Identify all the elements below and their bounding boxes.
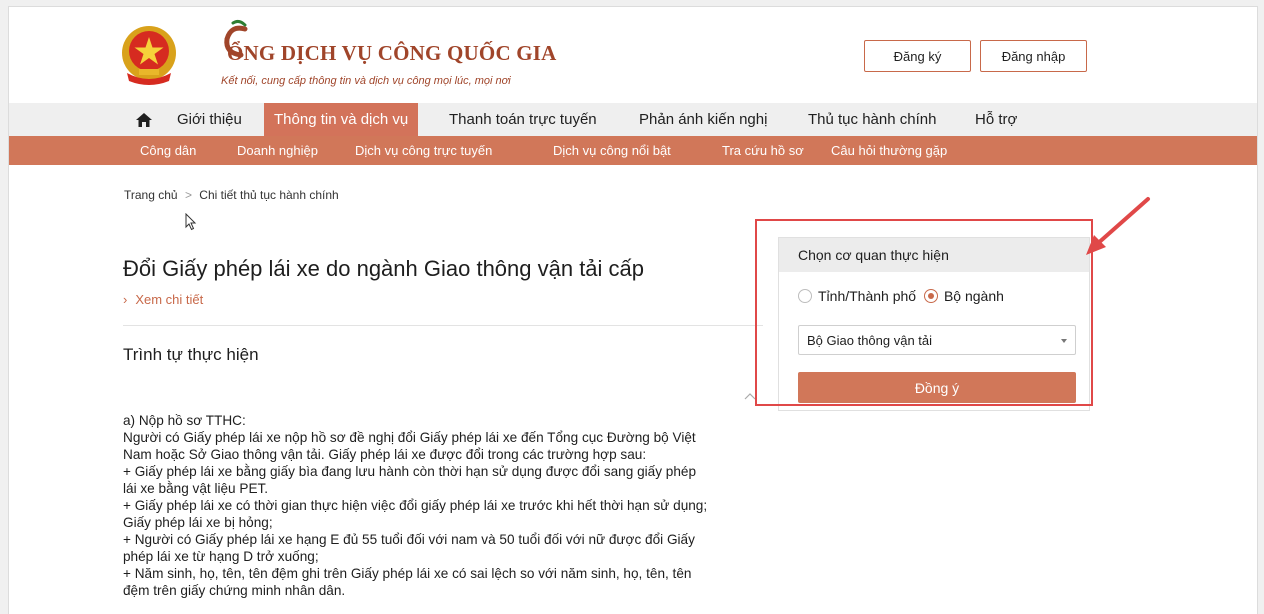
agency-type-radio-group: Tỉnh/Thành phố Bộ ngành [798,288,1004,304]
agree-button[interactable]: Đồng ý [798,372,1076,403]
content-line: Nam hoặc Sở Giao thông vận tải. Giấy phé… [123,447,647,462]
sub-nav: Công dân Doanh nghiệp Dịch vụ công trực … [9,136,1257,165]
subnav-dich-vu-cong-truc-tuyen[interactable]: Dịch vụ công trực tuyến [355,136,492,165]
brand-title[interactable]: ỔNG DỊCH VỤ CÔNG QUỐC GIA [227,41,557,66]
content-line: + Năm sinh, họ, tên, tên đệm ghi trên Gi… [123,566,692,581]
divider [123,325,763,326]
ministry-select-value: Bộ Giao thông vận tải [807,333,933,348]
brand-subtitle: Kết nối, cung cấp thông tin và dịch vụ c… [221,75,511,87]
nav-ho-tro[interactable]: Hỗ trợ [975,103,1017,136]
procedure-content: a) Nộp hồ sơ TTHC: Người có Giấy phép lá… [123,412,773,599]
breadcrumb-home[interactable]: Trang chủ [124,188,178,202]
chevron-up-icon[interactable] [743,391,757,401]
content-line: Người có Giấy phép lái xe nộp hồ sơ đề n… [123,430,696,445]
nav-thanh-toan-truc-tuyen[interactable]: Thanh toán trực tuyến [449,103,597,136]
breadcrumb-separator: > [184,188,192,202]
radio-ministry-label[interactable]: Bộ ngành [944,288,1004,304]
chevron-right-icon: › [123,292,128,307]
nav-gioi-thieu[interactable]: Giới thiệu [177,103,242,136]
annotation-arrow-icon [1086,197,1150,255]
section-title: Trình tự thực hiện [123,345,259,364]
login-button[interactable]: Đăng nhập [980,40,1087,72]
content-line: + Người có Giấy phép lái xe hạng E đủ 55… [123,532,695,547]
radio-ministry[interactable]: Bộ ngành [923,288,1004,304]
content-line: a) Nộp hồ sơ TTHC: [123,413,246,428]
page: ỔNG DỊCH VỤ CÔNG QUỐC GIA Kết nối, cung … [8,6,1258,614]
view-details-link[interactable]: › Xem chi tiết [123,292,203,307]
ministry-select[interactable]: Bộ Giao thông vận tải [798,325,1076,355]
panel-header: Chọn cơ quan thực hiện [779,238,1089,272]
subnav-tra-cuu-ho-so[interactable]: Tra cứu hồ sơ [722,136,804,165]
subnav-cong-dan[interactable]: Công dân [140,136,196,165]
content-line: Giấy phép lái xe bị hỏng; [123,515,273,530]
radio-unchecked-icon[interactable] [798,289,812,303]
content-line: phép lái xe từ hạng D trở xuống; [123,549,319,564]
content-line: + Giấy phép lái xe có thời gian thực hiệ… [123,498,708,513]
radio-checked-icon[interactable] [923,289,938,303]
radio-province[interactable]: Tỉnh/Thành phố [798,288,916,304]
nav-thu-tuc-hanh-chinh[interactable]: Thủ tục hành chính [808,103,936,136]
subnav-doanh-nghiep[interactable]: Doanh nghiệp [237,136,318,165]
cursor-icon [185,213,197,231]
subnav-cau-hoi-thuong-gap[interactable]: Câu hỏi thường gặp [831,136,947,165]
main-nav: Giới thiệu Thông tin và dịch vụ Thanh to… [9,103,1257,136]
content-line: lái xe bằng vật liệu PET. [123,481,269,496]
breadcrumb: Trang chủ > Chi tiết thủ tục hành chính [124,188,339,202]
radio-province-label[interactable]: Tỉnh/Thành phố [818,288,916,304]
nav-phan-anh-kien-nghi[interactable]: Phản ánh kiến nghị [639,103,767,136]
register-button[interactable]: Đăng ký [864,40,971,72]
nav-thong-tin-va-dich-vu[interactable]: Thông tin và dịch vụ [264,103,419,136]
home-icon[interactable] [135,111,153,129]
content-line: + Giấy phép lái xe bằng giấy bìa đang lư… [123,464,697,479]
view-details-label: Xem chi tiết [135,292,204,307]
emblem-icon[interactable] [119,23,179,89]
agency-panel: Chọn cơ quan thực hiện Tỉnh/Thành phố Bộ… [778,237,1090,411]
breadcrumb-current: Chi tiết thủ tục hành chính [199,188,339,202]
site-header: ỔNG DỊCH VỤ CÔNG QUỐC GIA Kết nối, cung … [9,7,1257,103]
content-line: đệm trên giấy chứng minh nhân dân. [123,583,346,598]
chevron-down-icon [1061,339,1067,343]
procedure-title: Đổi Giấy phép lái xe do ngành Giao thông… [123,256,645,281]
subnav-dich-vu-cong-noi-bat[interactable]: Dịch vụ công nổi bật [553,136,671,165]
